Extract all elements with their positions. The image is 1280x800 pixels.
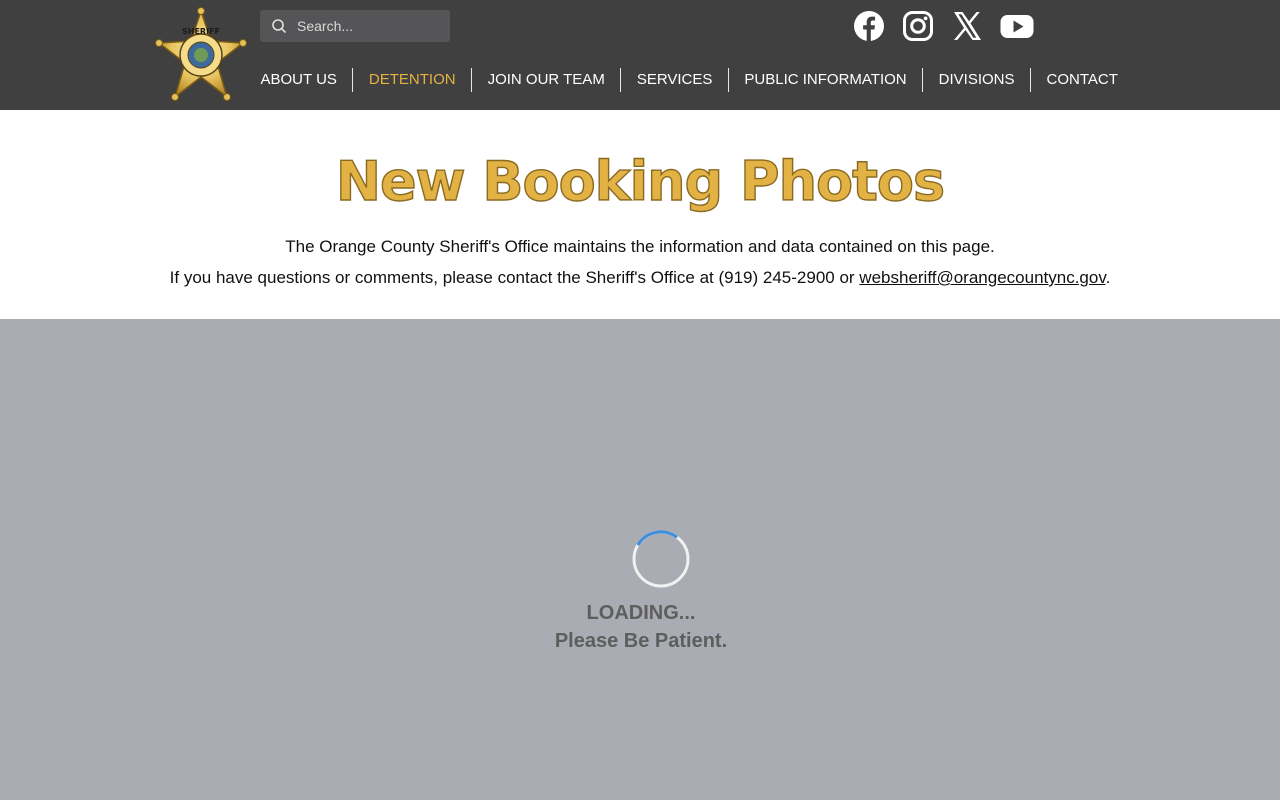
nav-item-divisions[interactable]: DIVISIONS bbox=[923, 68, 1030, 92]
search-box[interactable] bbox=[260, 10, 450, 42]
booking-photos-loader: LOADING... Please Be Patient. bbox=[0, 319, 1280, 800]
nav-item-join-our-team[interactable]: JOIN OUR TEAM bbox=[472, 68, 620, 92]
search-icon bbox=[272, 19, 286, 33]
loading-message: LOADING... Please Be Patient. bbox=[0, 599, 1280, 655]
badge-top-text: SHERIFF bbox=[182, 27, 220, 36]
loading-label: LOADING... bbox=[586, 602, 696, 624]
intro-section: New Booking Photos The Orange County She… bbox=[0, 110, 1280, 319]
social-links bbox=[853, 10, 1034, 42]
site-header: SHERIFF ABOUT US DETENTION bbox=[0, 0, 1280, 110]
contact-line: If you have questions or comments, pleas… bbox=[0, 268, 1280, 288]
nav-item-services[interactable]: SERVICES bbox=[621, 68, 728, 92]
sheriff-badge-logo[interactable]: SHERIFF bbox=[153, 7, 249, 103]
patience-label: Please Be Patient. bbox=[554, 630, 728, 652]
nav-item-detention[interactable]: DETENTION bbox=[353, 68, 471, 92]
search-input[interactable] bbox=[297, 18, 437, 34]
youtube-icon[interactable] bbox=[1000, 10, 1034, 42]
x-icon[interactable] bbox=[951, 10, 983, 42]
contact-line-suffix: . bbox=[1105, 268, 1111, 287]
page-title: New Booking Photos bbox=[335, 149, 946, 213]
contact-line-prefix: If you have questions or comments, pleas… bbox=[169, 268, 860, 287]
email-link[interactable]: websheriff@orangecountync.gov bbox=[859, 268, 1105, 287]
nav-item-contact[interactable]: CONTACT bbox=[1031, 68, 1133, 92]
nav-item-public-information[interactable]: PUBLIC INFORMATION bbox=[729, 68, 922, 92]
instagram-icon[interactable] bbox=[902, 10, 934, 42]
main-nav: ABOUT US DETENTION JOIN OUR TEAM SERVICE… bbox=[245, 68, 1133, 92]
nav-item-about-us[interactable]: ABOUT US bbox=[245, 68, 352, 92]
intro-description: The Orange County Sheriff's Office maint… bbox=[285, 237, 995, 256]
loading-spinner-icon bbox=[632, 530, 690, 588]
facebook-icon[interactable] bbox=[853, 10, 885, 42]
